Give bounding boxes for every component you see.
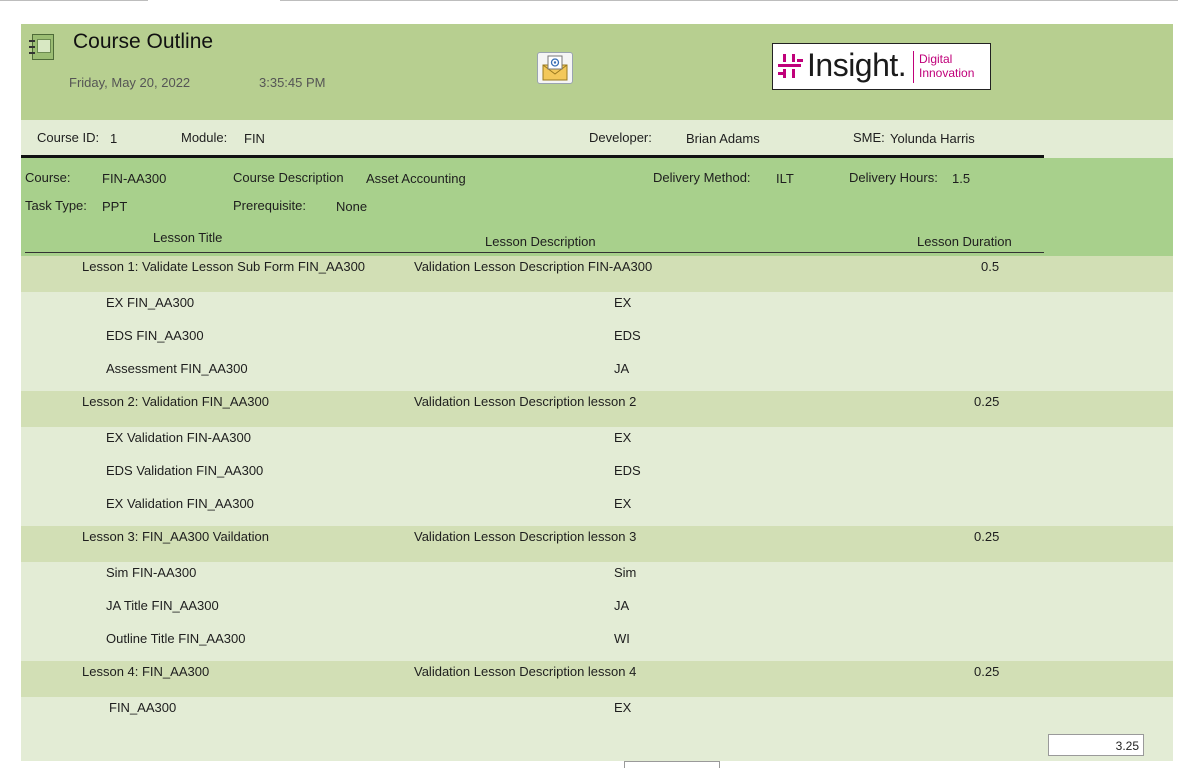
course-id-label: Course ID: <box>37 130 100 145</box>
delivery-method-value: ILT <box>776 171 794 186</box>
lesson-description: Validation Lesson Description FIN-AA300 <box>414 259 653 274</box>
total-duration-field[interactable]: 3.25 <box>1048 734 1144 756</box>
lesson-item-name: EDS Validation FIN_AA300 <box>106 463 264 478</box>
course-description-value: Asset Accounting <box>366 171 466 186</box>
lesson-description: Validation Lesson Description lesson 4 <box>414 664 637 679</box>
lesson-title: Lesson 3: FIN_AA300 Vaildation <box>82 529 269 544</box>
insight-logo: Insight. Digital Innovation <box>772 43 991 90</box>
lesson-title: Lesson 2: Validation FIN_AA300 <box>82 394 269 409</box>
lesson-item-name: EDS FIN_AA300 <box>106 328 204 343</box>
sme-value: Yolunda Harris <box>890 131 975 146</box>
lesson-title: Lesson 4: FIN_AA300 <box>82 664 210 679</box>
logo-brand-text: Insight. <box>807 47 907 83</box>
report-time: 3:35:45 PM <box>259 75 326 90</box>
lesson-duration: 0.25 <box>974 664 1000 679</box>
lesson-item-name: EX Validation FIN-AA300 <box>106 430 251 445</box>
developer-value: Brian Adams <box>686 131 760 146</box>
lesson-duration: 0.25 <box>974 529 1000 544</box>
lesson-item-name: JA Title FIN_AA300 <box>106 598 219 613</box>
task-type-value: PPT <box>102 199 128 214</box>
lesson-item-type: EX <box>614 496 632 511</box>
lesson-item-name: EX FIN_AA300 <box>106 295 195 310</box>
prerequisite-value: None <box>336 199 368 214</box>
column-header-lesson-duration: Lesson Duration <box>917 234 1012 249</box>
lesson-item-name: FIN_AA300 <box>109 700 177 715</box>
page-footer-control[interactable] <box>624 761 720 768</box>
logo-subtext-1: Digital <box>919 52 953 66</box>
lesson-item-name: Assessment FIN_AA300 <box>106 361 248 376</box>
prerequisite-label: Prerequisite: <box>233 198 306 213</box>
module-value: FIN <box>244 131 265 146</box>
course-id-value: 1 <box>110 131 118 146</box>
module-label: Module: <box>181 130 228 145</box>
column-header-lesson-title: Lesson Title <box>153 230 223 245</box>
developer-label: Developer: <box>589 130 652 145</box>
lesson-item-type: EX <box>614 700 632 715</box>
delivery-hours-value: 1.5 <box>952 171 971 186</box>
email-icon <box>542 55 568 81</box>
lesson-item-name: Outline Title FIN_AA300 <box>106 631 246 646</box>
active-tab-indicator[interactable] <box>148 0 280 2</box>
logo-divider <box>913 51 914 83</box>
lesson-item-type: EX <box>614 430 632 445</box>
course-label: Course: <box>25 170 71 185</box>
insight-logo-mark <box>778 54 803 78</box>
lesson-item-type: EDS <box>614 463 641 478</box>
lesson-item-type: WI <box>614 631 630 646</box>
page-title: Course Outline <box>73 30 214 53</box>
lesson-item-type: Sim <box>614 565 637 580</box>
logo-subtext-2: Innovation <box>919 66 975 80</box>
column-header-lesson-description: Lesson Description <box>485 234 596 249</box>
lesson-description: Validation Lesson Description lesson 2 <box>414 394 637 409</box>
report-date: Friday, May 20, 2022 <box>69 75 191 90</box>
sme-label: SME: <box>853 130 885 145</box>
course-description-label: Course Description <box>233 170 344 185</box>
course-value: FIN-AA300 <box>102 171 167 186</box>
lesson-item-name: EX Validation FIN_AA300 <box>106 496 254 511</box>
lesson-item-type: EX <box>614 295 632 310</box>
lesson-item-type: JA <box>614 361 630 376</box>
lesson-items-band <box>21 697 1173 761</box>
lesson-duration: 0.5 <box>981 259 1000 274</box>
lesson-title: Lesson 1: Validate Lesson Sub Form FIN_A… <box>82 259 366 274</box>
lesson-item-type: JA <box>614 598 630 613</box>
lesson-description: Validation Lesson Description lesson 3 <box>414 529 637 544</box>
lesson-duration: 0.25 <box>974 394 1000 409</box>
lesson-item-type: EDS <box>614 328 641 343</box>
delivery-hours-label: Delivery Hours: <box>849 170 938 185</box>
notebook-icon <box>29 34 54 60</box>
delivery-method-label: Delivery Method: <box>653 170 751 185</box>
column-header-rule <box>25 252 1044 253</box>
lesson-item-name: Sim FIN-AA300 <box>106 565 197 580</box>
task-type-label: Task Type: <box>25 198 87 213</box>
email-button[interactable] <box>537 52 573 84</box>
